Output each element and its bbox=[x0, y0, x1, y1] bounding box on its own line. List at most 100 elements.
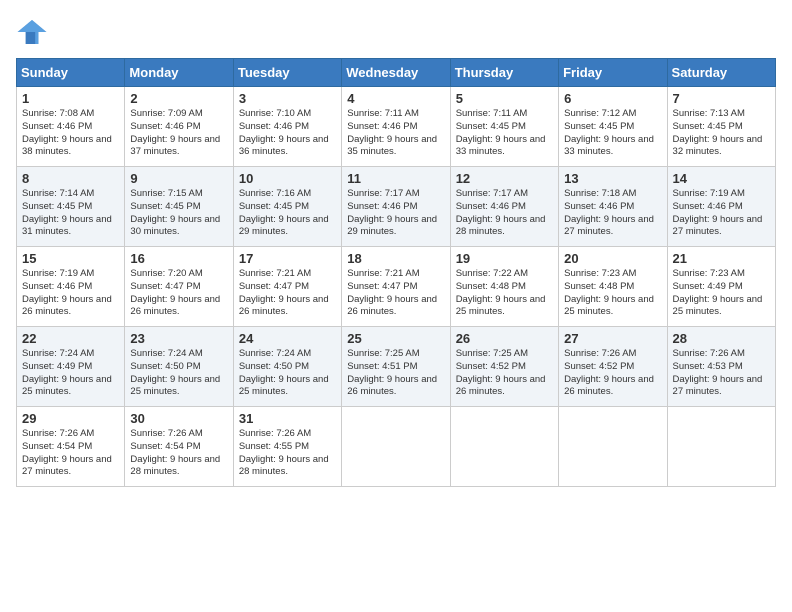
calendar-cell: 17 Sunrise: 7:21 AM Sunset: 4:47 PM Dayl… bbox=[233, 247, 341, 327]
calendar-cell: 23 Sunrise: 7:24 AM Sunset: 4:50 PM Dayl… bbox=[125, 327, 233, 407]
day-info: Sunrise: 7:09 AM Sunset: 4:46 PM Dayligh… bbox=[130, 108, 227, 159]
day-info: Sunrise: 7:08 AM Sunset: 4:46 PM Dayligh… bbox=[22, 108, 119, 159]
calendar-cell: 24 Sunrise: 7:24 AM Sunset: 4:50 PM Dayl… bbox=[233, 327, 341, 407]
header-sunday: Sunday bbox=[17, 59, 125, 87]
week-row-1: 1 Sunrise: 7:08 AM Sunset: 4:46 PM Dayli… bbox=[17, 87, 776, 167]
calendar-cell: 22 Sunrise: 7:24 AM Sunset: 4:49 PM Dayl… bbox=[17, 327, 125, 407]
day-number: 26 bbox=[456, 331, 553, 346]
week-row-2: 8 Sunrise: 7:14 AM Sunset: 4:45 PM Dayli… bbox=[17, 167, 776, 247]
calendar-cell: 19 Sunrise: 7:22 AM Sunset: 4:48 PM Dayl… bbox=[450, 247, 558, 327]
day-info: Sunrise: 7:26 AM Sunset: 4:53 PM Dayligh… bbox=[673, 348, 770, 399]
calendar-cell: 20 Sunrise: 7:23 AM Sunset: 4:48 PM Dayl… bbox=[559, 247, 667, 327]
day-info: Sunrise: 7:17 AM Sunset: 4:46 PM Dayligh… bbox=[347, 188, 444, 239]
calendar-cell: 28 Sunrise: 7:26 AM Sunset: 4:53 PM Dayl… bbox=[667, 327, 775, 407]
calendar-cell: 1 Sunrise: 7:08 AM Sunset: 4:46 PM Dayli… bbox=[17, 87, 125, 167]
day-number: 1 bbox=[22, 91, 119, 106]
calendar-cell: 4 Sunrise: 7:11 AM Sunset: 4:46 PM Dayli… bbox=[342, 87, 450, 167]
day-info: Sunrise: 7:26 AM Sunset: 4:52 PM Dayligh… bbox=[564, 348, 661, 399]
day-info: Sunrise: 7:10 AM Sunset: 4:46 PM Dayligh… bbox=[239, 108, 336, 159]
calendar-cell: 8 Sunrise: 7:14 AM Sunset: 4:45 PM Dayli… bbox=[17, 167, 125, 247]
calendar-cell: 26 Sunrise: 7:25 AM Sunset: 4:52 PM Dayl… bbox=[450, 327, 558, 407]
day-info: Sunrise: 7:21 AM Sunset: 4:47 PM Dayligh… bbox=[347, 268, 444, 319]
week-row-4: 22 Sunrise: 7:24 AM Sunset: 4:49 PM Dayl… bbox=[17, 327, 776, 407]
header-saturday: Saturday bbox=[667, 59, 775, 87]
day-info: Sunrise: 7:15 AM Sunset: 4:45 PM Dayligh… bbox=[130, 188, 227, 239]
week-row-3: 15 Sunrise: 7:19 AM Sunset: 4:46 PM Dayl… bbox=[17, 247, 776, 327]
day-number: 9 bbox=[130, 171, 227, 186]
header-friday: Friday bbox=[559, 59, 667, 87]
calendar-cell: 27 Sunrise: 7:26 AM Sunset: 4:52 PM Dayl… bbox=[559, 327, 667, 407]
day-info: Sunrise: 7:25 AM Sunset: 4:52 PM Dayligh… bbox=[456, 348, 553, 399]
day-number: 5 bbox=[456, 91, 553, 106]
day-info: Sunrise: 7:22 AM Sunset: 4:48 PM Dayligh… bbox=[456, 268, 553, 319]
day-number: 11 bbox=[347, 171, 444, 186]
day-number: 27 bbox=[564, 331, 661, 346]
header-thursday: Thursday bbox=[450, 59, 558, 87]
day-number: 15 bbox=[22, 251, 119, 266]
day-number: 29 bbox=[22, 411, 119, 426]
day-info: Sunrise: 7:26 AM Sunset: 4:54 PM Dayligh… bbox=[22, 428, 119, 479]
day-number: 16 bbox=[130, 251, 227, 266]
day-number: 17 bbox=[239, 251, 336, 266]
logo-icon bbox=[16, 16, 48, 48]
calendar-cell bbox=[559, 407, 667, 487]
calendar-cell: 7 Sunrise: 7:13 AM Sunset: 4:45 PM Dayli… bbox=[667, 87, 775, 167]
day-number: 20 bbox=[564, 251, 661, 266]
day-info: Sunrise: 7:17 AM Sunset: 4:46 PM Dayligh… bbox=[456, 188, 553, 239]
day-number: 18 bbox=[347, 251, 444, 266]
header-wednesday: Wednesday bbox=[342, 59, 450, 87]
day-number: 7 bbox=[673, 91, 770, 106]
header-tuesday: Tuesday bbox=[233, 59, 341, 87]
calendar-cell: 12 Sunrise: 7:17 AM Sunset: 4:46 PM Dayl… bbox=[450, 167, 558, 247]
calendar-cell: 3 Sunrise: 7:10 AM Sunset: 4:46 PM Dayli… bbox=[233, 87, 341, 167]
header-monday: Monday bbox=[125, 59, 233, 87]
day-info: Sunrise: 7:26 AM Sunset: 4:54 PM Dayligh… bbox=[130, 428, 227, 479]
calendar-cell: 25 Sunrise: 7:25 AM Sunset: 4:51 PM Dayl… bbox=[342, 327, 450, 407]
calendar-cell bbox=[450, 407, 558, 487]
calendar-cell: 21 Sunrise: 7:23 AM Sunset: 4:49 PM Dayl… bbox=[667, 247, 775, 327]
day-number: 22 bbox=[22, 331, 119, 346]
day-number: 6 bbox=[564, 91, 661, 106]
calendar-table: SundayMondayTuesdayWednesdayThursdayFrid… bbox=[16, 58, 776, 487]
day-number: 24 bbox=[239, 331, 336, 346]
calendar-cell: 5 Sunrise: 7:11 AM Sunset: 4:45 PM Dayli… bbox=[450, 87, 558, 167]
day-info: Sunrise: 7:24 AM Sunset: 4:49 PM Dayligh… bbox=[22, 348, 119, 399]
calendar-cell bbox=[667, 407, 775, 487]
day-info: Sunrise: 7:21 AM Sunset: 4:47 PM Dayligh… bbox=[239, 268, 336, 319]
day-number: 25 bbox=[347, 331, 444, 346]
day-info: Sunrise: 7:12 AM Sunset: 4:45 PM Dayligh… bbox=[564, 108, 661, 159]
calendar-cell: 10 Sunrise: 7:16 AM Sunset: 4:45 PM Dayl… bbox=[233, 167, 341, 247]
day-number: 23 bbox=[130, 331, 227, 346]
calendar-cell: 14 Sunrise: 7:19 AM Sunset: 4:46 PM Dayl… bbox=[667, 167, 775, 247]
calendar-cell: 15 Sunrise: 7:19 AM Sunset: 4:46 PM Dayl… bbox=[17, 247, 125, 327]
calendar-cell: 30 Sunrise: 7:26 AM Sunset: 4:54 PM Dayl… bbox=[125, 407, 233, 487]
calendar-cell: 11 Sunrise: 7:17 AM Sunset: 4:46 PM Dayl… bbox=[342, 167, 450, 247]
week-row-5: 29 Sunrise: 7:26 AM Sunset: 4:54 PM Dayl… bbox=[17, 407, 776, 487]
day-info: Sunrise: 7:19 AM Sunset: 4:46 PM Dayligh… bbox=[673, 188, 770, 239]
day-number: 3 bbox=[239, 91, 336, 106]
header-row: SundayMondayTuesdayWednesdayThursdayFrid… bbox=[17, 59, 776, 87]
day-info: Sunrise: 7:26 AM Sunset: 4:55 PM Dayligh… bbox=[239, 428, 336, 479]
day-info: Sunrise: 7:14 AM Sunset: 4:45 PM Dayligh… bbox=[22, 188, 119, 239]
calendar-body: 1 Sunrise: 7:08 AM Sunset: 4:46 PM Dayli… bbox=[17, 87, 776, 487]
calendar-cell: 18 Sunrise: 7:21 AM Sunset: 4:47 PM Dayl… bbox=[342, 247, 450, 327]
day-info: Sunrise: 7:24 AM Sunset: 4:50 PM Dayligh… bbox=[130, 348, 227, 399]
calendar-cell: 2 Sunrise: 7:09 AM Sunset: 4:46 PM Dayli… bbox=[125, 87, 233, 167]
day-number: 30 bbox=[130, 411, 227, 426]
day-number: 8 bbox=[22, 171, 119, 186]
day-info: Sunrise: 7:11 AM Sunset: 4:46 PM Dayligh… bbox=[347, 108, 444, 159]
calendar-cell: 16 Sunrise: 7:20 AM Sunset: 4:47 PM Dayl… bbox=[125, 247, 233, 327]
day-info: Sunrise: 7:25 AM Sunset: 4:51 PM Dayligh… bbox=[347, 348, 444, 399]
day-number: 13 bbox=[564, 171, 661, 186]
day-info: Sunrise: 7:18 AM Sunset: 4:46 PM Dayligh… bbox=[564, 188, 661, 239]
calendar-header: SundayMondayTuesdayWednesdayThursdayFrid… bbox=[17, 59, 776, 87]
day-number: 19 bbox=[456, 251, 553, 266]
day-number: 31 bbox=[239, 411, 336, 426]
calendar-cell bbox=[342, 407, 450, 487]
calendar-cell: 29 Sunrise: 7:26 AM Sunset: 4:54 PM Dayl… bbox=[17, 407, 125, 487]
day-info: Sunrise: 7:19 AM Sunset: 4:46 PM Dayligh… bbox=[22, 268, 119, 319]
day-info: Sunrise: 7:16 AM Sunset: 4:45 PM Dayligh… bbox=[239, 188, 336, 239]
calendar-cell: 9 Sunrise: 7:15 AM Sunset: 4:45 PM Dayli… bbox=[125, 167, 233, 247]
day-info: Sunrise: 7:13 AM Sunset: 4:45 PM Dayligh… bbox=[673, 108, 770, 159]
logo bbox=[16, 16, 52, 48]
